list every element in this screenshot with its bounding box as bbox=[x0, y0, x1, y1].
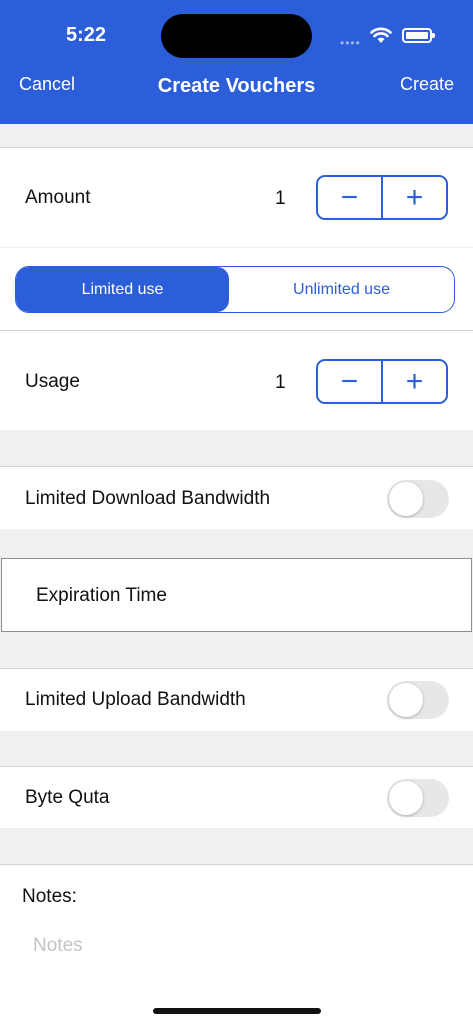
amount-decrement-button[interactable]: − bbox=[318, 177, 383, 218]
unlimited-use-segment[interactable]: Unlimited use bbox=[229, 267, 454, 312]
byte-quota-label: Byte Quta bbox=[25, 787, 110, 808]
amount-label: Amount bbox=[25, 187, 91, 208]
status-time: 5:22 bbox=[66, 24, 107, 46]
limited-use-segment[interactable]: Limited use bbox=[16, 267, 229, 312]
wifi-icon bbox=[370, 27, 392, 43]
amount-increment-button[interactable]: + bbox=[383, 177, 446, 218]
amount-row: Amount 1 − + bbox=[0, 147, 473, 247]
home-indicator bbox=[153, 1008, 321, 1014]
expiration-time-row[interactable]: Expiration Time bbox=[1, 558, 472, 632]
amount-value: 1 bbox=[275, 188, 286, 209]
create-button[interactable]: Create bbox=[400, 74, 454, 95]
download-bandwidth-toggle[interactable] bbox=[387, 480, 449, 518]
usage-increment-button[interactable]: + bbox=[383, 361, 446, 402]
dynamic-island bbox=[161, 14, 312, 58]
usage-stepper: − + bbox=[316, 359, 448, 404]
amount-stepper: − + bbox=[316, 175, 448, 220]
upload-bandwidth-row: Limited Upload Bandwidth bbox=[0, 668, 473, 731]
toggle-knob bbox=[389, 683, 423, 717]
usage-value: 1 bbox=[275, 372, 286, 393]
toggle-knob bbox=[389, 482, 423, 516]
usage-row: Usage 1 − + bbox=[0, 330, 473, 430]
toggle-knob bbox=[389, 781, 423, 815]
usage-decrement-button[interactable]: − bbox=[318, 361, 383, 402]
usage-mode-segmented-control: Limited use Unlimited use bbox=[15, 266, 455, 313]
battery-icon bbox=[402, 28, 435, 43]
notes-label: Notes: bbox=[22, 886, 77, 907]
upload-bandwidth-toggle[interactable] bbox=[387, 681, 449, 719]
byte-quota-row: Byte Quta bbox=[0, 766, 473, 828]
usage-label: Usage bbox=[25, 371, 80, 392]
download-bandwidth-label: Limited Download Bandwidth bbox=[25, 488, 271, 509]
upload-bandwidth-label: Limited Upload Bandwidth bbox=[25, 689, 246, 710]
nav-header: 5:22 •••• Cancel Create Vouchers Create bbox=[0, 0, 473, 124]
byte-quota-toggle[interactable] bbox=[387, 779, 449, 817]
download-bandwidth-row: Limited Download Bandwidth bbox=[0, 466, 473, 529]
expiration-time-label: Expiration Time bbox=[36, 585, 167, 606]
signal-icon: •••• bbox=[340, 36, 361, 50]
notes-input[interactable] bbox=[20, 928, 440, 964]
